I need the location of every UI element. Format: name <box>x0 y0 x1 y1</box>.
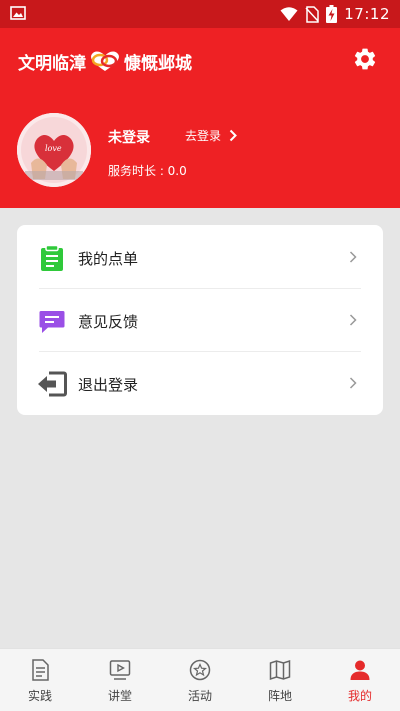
star-icon <box>189 659 211 681</box>
avatar-love-text: love <box>45 144 62 153</box>
chevron-right-icon <box>349 377 357 389</box>
login-link[interactable]: 去登录 <box>185 127 237 144</box>
tab-lecture[interactable]: 讲堂 <box>80 649 160 711</box>
profile-header: 文明临漳 慷慨邺城 love 未登录 去登录 服务时长 : 0.0 <box>0 28 400 208</box>
tab-label: 阵地 <box>267 689 292 703</box>
tab-label: 讲堂 <box>107 689 132 703</box>
menu-label-feedback: 意见反馈 <box>78 313 139 331</box>
heart-logo-icon <box>91 51 119 71</box>
app-title-left: 文明临漳 <box>18 53 86 74</box>
menu-item-logout[interactable]: 退出登录 <box>17 352 383 414</box>
video-icon <box>109 660 131 680</box>
wifi-icon <box>280 7 298 21</box>
image-notification-icon <box>10 6 26 20</box>
status-time: 17:12 <box>344 5 390 23</box>
app-title-right: 慷慨邺城 <box>124 53 192 74</box>
menu-label-my-orders: 我的点单 <box>78 250 139 268</box>
tab-label: 我的 <box>347 689 372 703</box>
avatar[interactable]: love <box>17 113 91 187</box>
chevron-right-icon <box>349 251 357 263</box>
chevron-right-icon <box>229 129 237 142</box>
tab-label: 实践 <box>27 689 52 703</box>
logout-icon <box>38 371 67 397</box>
map-icon <box>269 659 291 681</box>
clipboard-icon <box>41 245 63 271</box>
bottom-tab-bar: 实践 讲堂 活动 阵地 我的 <box>0 648 400 711</box>
love-heart-avatar-image: love <box>17 113 91 187</box>
tab-mine[interactable]: 我的 <box>320 649 400 711</box>
login-label[interactable]: 去登录 <box>185 127 221 144</box>
tab-practice[interactable]: 实践 <box>0 649 80 711</box>
menu-item-my-orders[interactable]: 我的点单 <box>17 226 383 288</box>
tab-activity[interactable]: 活动 <box>160 649 240 711</box>
menu-label-logout: 退出登录 <box>78 376 139 394</box>
menu-item-feedback[interactable]: 意见反馈 <box>17 289 383 351</box>
status-bar: 17:12 <box>0 0 400 28</box>
chevron-right-icon <box>349 314 357 326</box>
battery-charging-icon <box>326 5 338 23</box>
service-time: 服务时长 : 0.0 <box>108 164 187 178</box>
settings-gear-icon[interactable] <box>352 46 378 72</box>
tab-label: 活动 <box>187 689 212 703</box>
no-sim-icon <box>305 5 320 23</box>
person-icon <box>350 660 370 680</box>
username: 未登录 <box>108 130 150 146</box>
feedback-icon <box>39 311 65 333</box>
document-icon <box>32 659 49 681</box>
tab-venue[interactable]: 阵地 <box>240 649 320 711</box>
app-title: 文明临漳 慷慨邺城 <box>18 48 192 74</box>
menu-card: 我的点单 意见反馈 退出登录 <box>17 225 383 415</box>
